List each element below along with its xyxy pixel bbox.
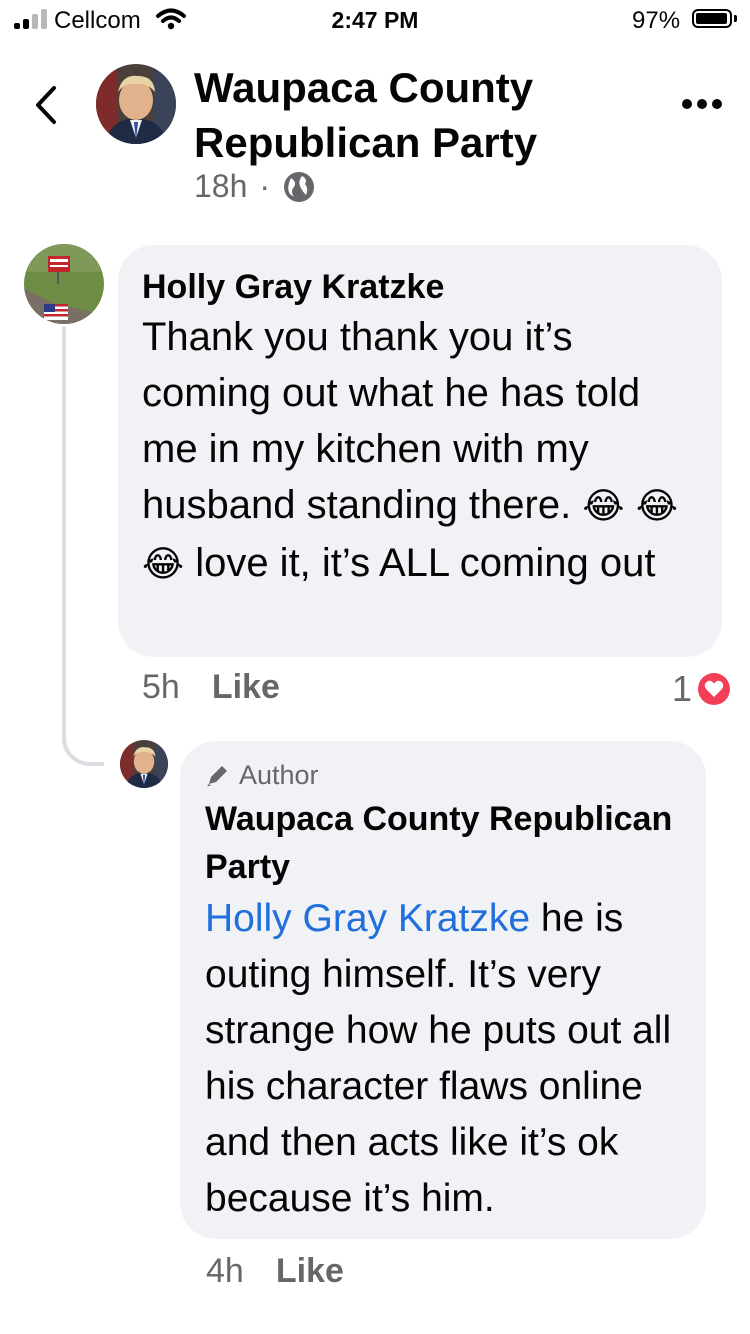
comment-text: Thank you thank you it’s coming out what… [142, 315, 678, 585]
page-title[interactable]: Waupaca County Republican Party [194, 60, 634, 170]
status-bar: Cellcom 2:47 PM 97% [0, 0, 750, 40]
mention-link[interactable]: Holly Gray Kratzke [205, 897, 530, 940]
battery-icon [692, 9, 732, 28]
page-avatar[interactable] [96, 64, 176, 144]
like-button[interactable]: Like [212, 668, 280, 707]
chevron-left-icon[interactable] [30, 82, 70, 128]
reaction-count: 1 [672, 668, 693, 709]
battery-tip [734, 15, 737, 22]
commenter-avatar[interactable] [24, 244, 104, 324]
meta-separator: · [259, 168, 271, 204]
comment-bubble: Holly Gray Kratzke Thank you thank you i… [118, 245, 722, 657]
battery-percent: 97% [632, 7, 681, 34]
comment-author[interactable]: Holly Gray Kratzke [142, 265, 698, 309]
reply-thread-line [62, 326, 104, 766]
reply-actions: 4h Like [206, 1252, 344, 1291]
comment-actions: 5h Like [142, 668, 280, 707]
reply-author[interactable]: Waupaca County Republican Party [205, 795, 682, 891]
more-horizontal-icon[interactable] [682, 99, 722, 111]
reply-text: Holly Gray Kratzke he is outing himself.… [205, 897, 672, 1220]
reply-bubble: Author Waupaca County Republican Party H… [180, 741, 706, 1239]
reply-time: 4h [206, 1252, 244, 1290]
reply-like-button[interactable]: Like [276, 1252, 344, 1291]
post-age: 18h [194, 168, 248, 204]
reply-avatar[interactable] [120, 740, 168, 788]
globe-icon [284, 171, 315, 202]
author-badge: Author [205, 757, 682, 793]
love-heart-icon [698, 673, 731, 705]
post-meta: 18h · [194, 168, 316, 205]
pencil-icon [207, 766, 227, 786]
reaction-summary[interactable]: 1 [672, 668, 731, 710]
comment-time: 5h [142, 668, 180, 706]
